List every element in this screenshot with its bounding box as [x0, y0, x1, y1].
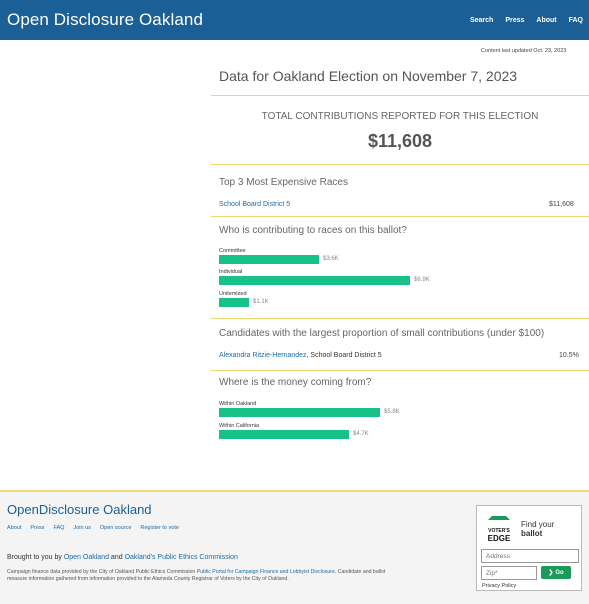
bar-value: $4.7K: [353, 431, 369, 437]
bar-label: Individual: [219, 269, 243, 275]
footer-brand-disclosure: Disclosure: [38, 502, 100, 517]
privacy-policy-link[interactable]: Privacy Policy: [482, 583, 516, 589]
race-link[interactable]: School Board District 5: [219, 201, 290, 208]
top-races-title: Top 3 Most Expensive Races: [219, 177, 348, 188]
nav-about[interactable]: About: [536, 17, 556, 24]
find-your: Find your: [521, 520, 555, 529]
footer-brand-open: Open: [7, 502, 39, 517]
footer-link-opensource[interactable]: Open source: [100, 525, 132, 531]
top-nav: Search Press About FAQ: [470, 17, 583, 24]
race-amount: $11,608: [549, 201, 574, 208]
bar-value: $3.6K: [323, 256, 339, 262]
candidate-race: , School Board District 5: [306, 352, 382, 359]
footer-brand-oakland: Oakland: [99, 502, 152, 517]
zip-input[interactable]: [481, 566, 537, 580]
contributors-title: Who is contributing to races on this bal…: [219, 225, 407, 236]
page-title: Data for Oakland Election on November 7,…: [219, 68, 518, 84]
voters-edge-logo-icon: VOTER'S EDGE: [484, 516, 514, 546]
total-value: $11,608: [367, 131, 433, 151]
bar: [219, 255, 319, 264]
site-header: Open Disclosure Oakland Search Press Abo…: [0, 0, 589, 40]
candidate-link[interactable]: Alexandra Ritzie-Hernandez: [219, 352, 307, 359]
bar: [219, 298, 249, 307]
find-ballot-text: Find your ballot: [521, 520, 554, 538]
address-input[interactable]: [481, 549, 579, 563]
bar: [219, 430, 349, 439]
total-label: TOTAL CONTRIBUTIONS REPORTED FOR THIS EL…: [261, 111, 539, 122]
footer-link-join[interactable]: Join us: [73, 525, 90, 531]
sidebar: [0, 40, 208, 490]
brought-by-and: and: [108, 554, 125, 561]
divider: [211, 216, 589, 217]
bar-label: Committee: [219, 248, 246, 254]
nav-search[interactable]: Search: [470, 17, 493, 24]
bar-label: Within Oakland: [219, 401, 257, 407]
open-oakland-link[interactable]: Open Oakland: [64, 554, 109, 561]
footer-links: About Press FAQ Join us Open source Regi…: [7, 525, 179, 531]
where-title: Where is the money coming from?: [219, 377, 372, 388]
brought-by: Brought to you by Open Oakland and Oakla…: [7, 554, 238, 561]
bar-value: $5.8K: [384, 409, 400, 415]
fine-text-1: Campaign finance data provided by the Ci…: [7, 569, 197, 575]
ve-logo-text-2: EDGE: [488, 534, 511, 543]
go-label: Go: [555, 569, 564, 576]
bar-value: $1.1K: [253, 299, 269, 305]
candidate-pct: 10.5%: [559, 352, 579, 359]
candidate-row: Alexandra Ritzie-Hernandez, School Board…: [219, 352, 382, 359]
ballot-word: ballot: [521, 529, 543, 538]
footer-brand[interactable]: OpenDisclosure Oakland: [7, 502, 152, 517]
footer-link-faq[interactable]: FAQ: [53, 525, 64, 531]
go-arrow-icon: ❯: [548, 570, 554, 576]
site-brand[interactable]: Open Disclosure Oakland: [7, 10, 203, 30]
brought-by-prefix: Brought to you by: [7, 554, 64, 561]
bar: [219, 408, 380, 417]
bar-value: $6.9K: [414, 277, 430, 283]
last-updated: Content last updated Oct. 23, 2023: [481, 48, 567, 54]
divider: [211, 370, 589, 371]
divider: [211, 318, 589, 319]
bar: [219, 276, 410, 285]
bar-label: Within California: [219, 423, 260, 429]
public-portal-link[interactable]: Public Portal for Campaign Finance and L…: [197, 569, 335, 575]
footer-link-about[interactable]: About: [7, 525, 21, 531]
go-button[interactable]: ❯ Go: [541, 566, 571, 579]
footer-link-press[interactable]: Press: [30, 525, 44, 531]
ethics-commission-link[interactable]: Oakland's Public Ethics Commission: [125, 554, 238, 561]
footer-link-register[interactable]: Register to vote: [140, 525, 179, 531]
bar-label: Unitemized: [219, 291, 247, 297]
nav-press[interactable]: Press: [505, 17, 524, 24]
small-contrib-title: Candidates with the largest proportion o…: [219, 328, 545, 339]
data-source-note: Campaign finance data provided by the Ci…: [7, 569, 387, 583]
nav-faq[interactable]: FAQ: [569, 17, 583, 24]
total-contributions-box: TOTAL CONTRIBUTIONS REPORTED FOR THIS EL…: [211, 95, 589, 165]
